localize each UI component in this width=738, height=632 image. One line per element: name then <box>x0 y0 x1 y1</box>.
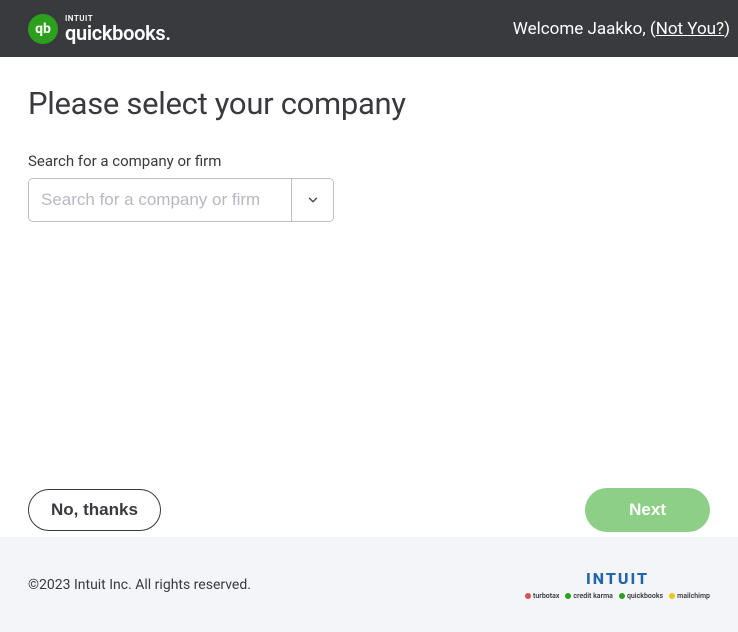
company-search-combobox[interactable] <box>28 178 334 222</box>
welcome-close: ) <box>724 19 730 39</box>
footer-brand-block: INTUIT turbotax credit karma quickbooks … <box>525 569 710 600</box>
welcome-sep: , ( <box>642 19 655 39</box>
main-content: Please select your company Search for a … <box>0 57 738 222</box>
welcome-message: Welcome Jaakko, (Not You?) <box>513 19 730 39</box>
quickbooks-logo-icon: qb <box>28 14 58 44</box>
dot-icon <box>669 593 675 599</box>
brand-quickbooks: quickbooks <box>619 592 663 600</box>
brand-turbotax: turbotax <box>525 592 559 600</box>
not-you-link[interactable]: Not You? <box>656 19 724 39</box>
welcome-prefix: Welcome <box>513 19 588 39</box>
search-input[interactable] <box>29 179 291 221</box>
logo-quickbooks-text: quickbooks. <box>65 23 171 43</box>
brand-row: turbotax credit karma quickbooks mailchi… <box>525 592 710 600</box>
logo-text: INTUIT quickbooks. <box>65 15 171 43</box>
action-bar: No, thanks Next <box>0 488 738 532</box>
welcome-username: Jaakko <box>588 19 643 39</box>
copyright-text: ©2023 Intuit Inc. All rights reserved. <box>28 577 251 593</box>
page-title: Please select your company <box>28 85 710 122</box>
no-thanks-button[interactable]: No, thanks <box>28 489 161 531</box>
app-header: qb INTUIT quickbooks. Welcome Jaakko, (N… <box>0 0 738 57</box>
brand-creditkarma: credit karma <box>565 592 613 600</box>
brand-turbotax-label: turbotax <box>533 592 559 600</box>
chevron-down-icon <box>306 193 320 207</box>
search-label: Search for a company or firm <box>28 152 710 170</box>
brand-mailchimp-label: mailchimp <box>677 592 710 600</box>
intuit-wordmark: INTUIT <box>586 569 649 588</box>
logo: qb INTUIT quickbooks. <box>28 14 171 44</box>
dropdown-toggle[interactable] <box>291 179 333 221</box>
next-button[interactable]: Next <box>585 488 710 532</box>
brand-mailchimp: mailchimp <box>669 592 710 600</box>
brand-quickbooks-label: quickbooks <box>627 592 663 600</box>
brand-creditkarma-label: credit karma <box>573 592 613 600</box>
dot-icon <box>525 593 531 599</box>
dot-icon <box>619 593 625 599</box>
footer: ©2023 Intuit Inc. All rights reserved. I… <box>0 537 738 632</box>
dot-icon <box>565 593 571 599</box>
